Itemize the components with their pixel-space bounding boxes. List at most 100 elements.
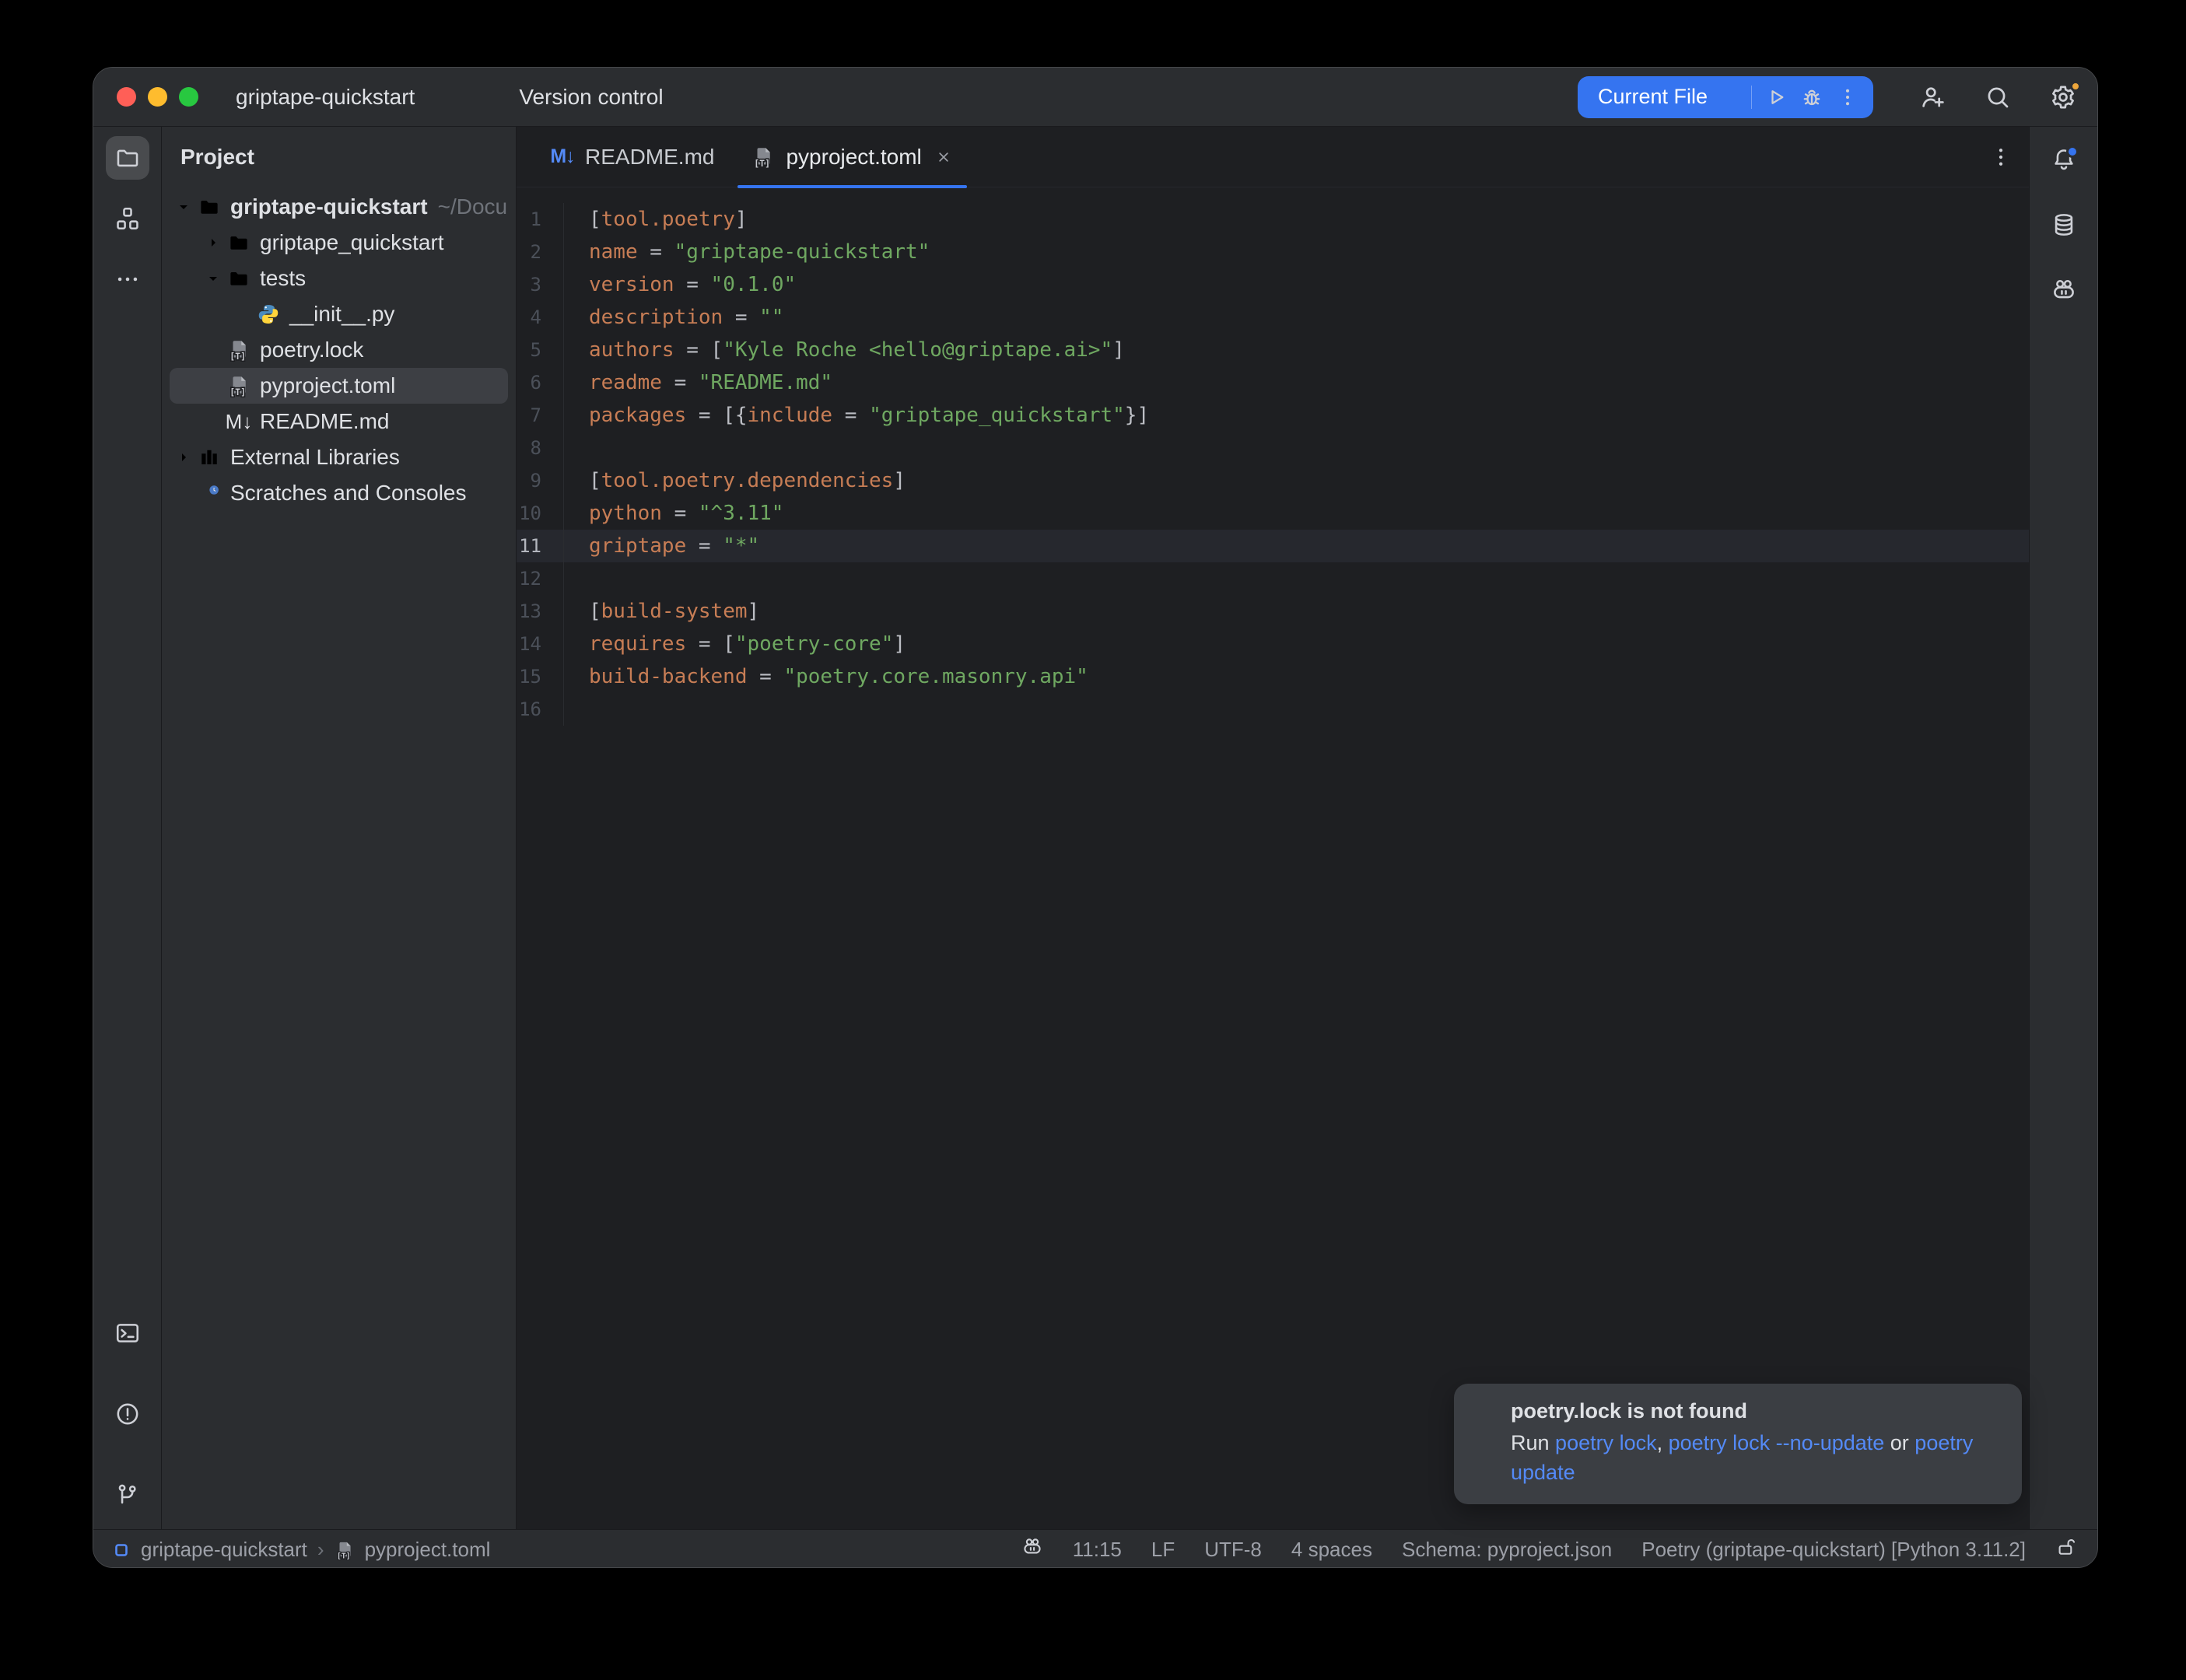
problems-icon [114, 1401, 141, 1427]
maximize-window-button[interactable] [179, 87, 198, 107]
write-access-icon[interactable] [2055, 1536, 2077, 1563]
line-content: description = "" [563, 301, 2029, 334]
vcs-widget[interactable]: Version control [485, 85, 692, 110]
search-everywhere-button[interactable] [1984, 83, 2012, 111]
bell-wrap [2051, 146, 2077, 177]
chevron-down-icon[interactable] [171, 198, 196, 216]
code-line-6[interactable]: 6readme = "README.md" [517, 366, 2029, 399]
indent-widget[interactable]: 4 spaces [1291, 1538, 1372, 1562]
notification-badge [2066, 145, 2079, 158]
code-line-10[interactable]: 10python = "^3.11" [517, 497, 2029, 530]
external-libraries-icon [196, 444, 222, 471]
tree-item-scratches-and-consoles[interactable]: Scratches and Consoles [170, 475, 508, 511]
line-number: 8 [517, 437, 563, 459]
ai-assistant-tool-button[interactable] [2042, 270, 2086, 313]
terminal-tool-button[interactable] [110, 1316, 145, 1350]
project-panel-header[interactable]: Project [162, 127, 516, 187]
desktop-background: griptape-quickstart Version control Curr… [0, 0, 2186, 1680]
encoding-widget[interactable]: UTF-8 [1204, 1538, 1262, 1562]
tree-item-readme-md[interactable]: M↓README.md [170, 404, 508, 439]
notification-link-poetry-lock-no-update[interactable]: poetry lock --no-update [1669, 1431, 1885, 1454]
code-line-4[interactable]: 4description = "" [517, 301, 2029, 334]
database-tool-button[interactable] [2042, 205, 2086, 248]
tree-item-griptape-quickstart[interactable]: griptape-quickstart~/Docume [170, 189, 508, 225]
tab-readme-md[interactable]: M↓README.md [532, 127, 733, 187]
run-button[interactable] [1758, 79, 1794, 115]
inspections-ok-icon[interactable] [1982, 205, 2006, 228]
code-line-7[interactable]: 7packages = [{include = "griptape_quicks… [517, 399, 2029, 432]
right-activity-bar [2029, 127, 2097, 1529]
more-tool-windows-button[interactable] [106, 257, 149, 301]
project-tool-button[interactable] [106, 136, 149, 180]
ai-assistant-status-icon[interactable] [1021, 1536, 1043, 1563]
code-line-8[interactable]: 8 [517, 432, 2029, 464]
line-number: 1 [517, 208, 563, 230]
version-control-tool-button[interactable] [110, 1478, 145, 1512]
editor-options-kebab-icon[interactable] [1987, 143, 2015, 171]
editor[interactable]: 1[tool.poetry]2name = "griptape-quicksta… [517, 187, 2029, 1529]
database-wrap [2051, 212, 2077, 242]
notification-text: Run [1511, 1431, 1555, 1454]
breadcrumb-chevron: › [317, 1538, 324, 1562]
tree-item-label: __init__.py [289, 302, 394, 327]
code-line-15[interactable]: 15build-backend = "poetry.core.masonry.a… [517, 660, 2029, 693]
run-widget: Current File [1578, 76, 1873, 118]
tab-pyproject-toml[interactable]: [T]pyproject.toml [733, 127, 971, 187]
interpreter-widget[interactable]: Poetry (griptape-quickstart) [Python 3.1… [1641, 1538, 2026, 1562]
line-number: 14 [517, 633, 563, 655]
notification-text: or [1884, 1431, 1915, 1454]
code-line-14[interactable]: 14requires = ["poetry-core"] [517, 628, 2029, 660]
line-content: authors = ["Kyle Roche <hello@griptape.a… [563, 334, 2029, 366]
tree-item-poetry-lock[interactable]: [T]poetry.lock [170, 332, 508, 368]
tree-item--init-py[interactable]: __init__.py [170, 296, 508, 332]
tree-item-tests[interactable]: tests [170, 261, 508, 296]
tree-item-path-hint: ~/Docume [438, 194, 508, 219]
line-number: 2 [517, 241, 563, 263]
breadcrumb-item[interactable]: griptape-quickstart [141, 1538, 307, 1562]
line-separator-widget[interactable]: LF [1151, 1538, 1175, 1562]
project-icon [112, 1541, 131, 1559]
code-line-12[interactable]: 12 [517, 562, 2029, 595]
notification-link-poetry-lock[interactable]: poetry lock [1555, 1431, 1657, 1454]
notifications-button[interactable] [2042, 139, 2086, 183]
write-access-icon [2055, 1536, 2077, 1558]
chevron-right-icon[interactable] [201, 233, 226, 252]
code-line-3[interactable]: 3version = "0.1.0" [517, 268, 2029, 301]
tree-item-external-libraries[interactable]: External Libraries [170, 439, 508, 475]
main-content: Project griptape-quickstart~/Documegript… [93, 127, 2097, 1529]
settings-button[interactable] [2049, 83, 2077, 111]
code-line-11[interactable]: 11griptape = "*" [517, 530, 2029, 562]
line-content: griptape = "*" [563, 530, 2029, 562]
close-window-button[interactable] [117, 87, 136, 107]
code-line-2[interactable]: 2name = "griptape-quickstart" [517, 236, 2029, 268]
json-schema-widget[interactable]: Schema: pyproject.json [1402, 1538, 1612, 1562]
notification-title: poetry.lock is not found [1511, 1399, 1747, 1423]
project-panel-title: Project [180, 145, 254, 170]
tree-item-pyproject-toml[interactable]: [T]pyproject.toml [170, 368, 508, 404]
problems-tool-button[interactable] [110, 1397, 145, 1431]
chevron-down-icon[interactable] [201, 269, 226, 288]
code-line-9[interactable]: 9[tool.poetry.dependencies] [517, 464, 2029, 497]
debug-button[interactable] [1794, 79, 1830, 115]
code-line-5[interactable]: 5authors = ["Kyle Roche <hello@griptape.… [517, 334, 2029, 366]
add-user-button[interactable] [1918, 83, 1946, 111]
ai-assistant-status-icon [1021, 1536, 1043, 1558]
structure-tool-button[interactable] [106, 197, 149, 240]
close-tab-icon[interactable] [934, 148, 953, 166]
run-config-selector[interactable]: Current File [1598, 85, 1708, 109]
chevron-down-icon [424, 87, 444, 107]
clock-widget[interactable]: 11:15 [1073, 1538, 1122, 1562]
breadcrumb-item[interactable]: pyproject.toml [365, 1538, 491, 1562]
chevron-right-icon[interactable] [171, 448, 196, 467]
code-line-1[interactable]: 1[tool.poetry] [517, 203, 2029, 236]
tree-item-label: tests [260, 266, 306, 291]
toml-file-icon: [T] [751, 145, 775, 169]
code-line-13[interactable]: 13[build-system] [517, 595, 2029, 628]
minimize-window-button[interactable] [148, 87, 167, 107]
project-selector[interactable]: griptape-quickstart [236, 85, 444, 110]
more-run-options-button[interactable] [1830, 79, 1865, 115]
tree-item-griptape-quickstart[interactable]: griptape_quickstart [170, 225, 508, 261]
breadcrumb: griptape-quickstart› [T]pyproject.toml [112, 1538, 490, 1562]
code-line-16[interactable]: 16 [517, 693, 2029, 726]
project-name: griptape-quickstart [236, 85, 415, 110]
